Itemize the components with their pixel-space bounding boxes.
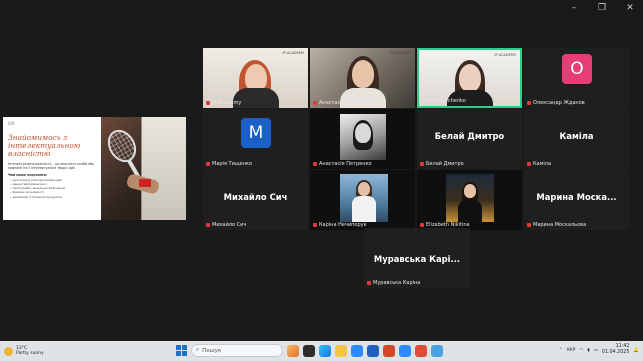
participant-photo [340,114,386,160]
sun-icon [4,346,13,356]
muted-mic-icon [206,101,210,105]
participant-display-name: Михайло Сич [223,192,288,202]
participant-tile[interactable]: Михайло Сич Михайло Сич [203,170,308,230]
muted-mic-icon [206,223,210,227]
participant-tile[interactable]: Каміла Каміла [524,109,629,169]
store-icon[interactable] [351,344,363,357]
participant-name-label: Белай Дмитро [420,161,464,167]
taskbar-apps: ⌕ Пошук [176,344,443,357]
video-watermark: IP ACADEMY [494,53,517,57]
participant-avatar: M [241,118,271,148]
participant-name-label: Марина Москальова [527,222,586,228]
participant-name-label: IP Academy [206,100,241,106]
muted-mic-icon [527,101,531,105]
participant-name-label: Каріна Нечипорук [313,222,367,228]
participant-tile[interactable]: Белай Дмитро Белай Дмитро [417,109,522,169]
slide-title: Знайомимось з інтелектуальною власністю [8,133,81,158]
zoom-meeting-window: – ❐ ✕ 0/8 Знайомимось з інтелектуальною … [0,0,643,361]
muted-mic-icon [527,162,531,166]
participant-tile[interactable]: Муравська Карі... Муравська Каріна [364,228,470,288]
participant-tile[interactable]: Elizabeth Nikitina [417,170,522,230]
participant-display-name: Каміла [559,131,594,141]
search-icon: ⌕ [196,347,200,353]
search-placeholder: Пошук [202,347,222,354]
maximize-button[interactable]: ❐ [595,3,609,13]
muted-mic-icon [420,162,424,166]
word-icon[interactable] [367,344,379,357]
participant-photo [446,174,494,222]
video-watermark: IP ACADEMY [389,51,412,55]
taskbar-search-box[interactable]: ⌕ Пошук [191,344,283,357]
language-indicator[interactable]: УКР [567,348,576,353]
slide-text-area: 0/8 Знайомимось з інтелектуальною власні… [3,117,99,220]
participant-photo [340,174,388,222]
slide-paragraph: Інтелектуальна власність – це власність … [8,162,94,170]
weather-condition: Partly sunny [16,351,44,356]
close-button[interactable]: ✕ [623,3,637,13]
participant-name-label: Каміла [527,161,551,167]
telegram-icon[interactable] [431,344,443,357]
muted-mic-icon [313,223,317,227]
wifi-icon[interactable]: ◠ [579,348,583,353]
participant-display-name: Марина Моска... [536,192,617,202]
participant-tile[interactable]: Марина Моска... Марина Москальова [524,170,629,230]
muted-mic-icon [420,223,424,227]
widget-icon[interactable] [287,344,299,357]
participant-name-label: Михайло Сич [206,222,246,228]
muted-mic-icon [527,223,531,227]
clock-date: 01.04.2025 [601,350,630,355]
chrome-icon[interactable] [415,344,427,357]
weather-widget[interactable]: 13°C Partly sunny [4,346,64,356]
participant-tile[interactable]: IP ACADEMY IP Academy [203,48,308,108]
slide-tennis-photo [101,117,186,220]
participant-tile[interactable]: Каріна Нечипорук [310,170,415,230]
volume-icon[interactable]: ◖ [587,348,589,353]
participant-tile[interactable]: M Марія Тищенко [203,109,308,169]
muted-mic-icon [313,101,317,105]
muted-mic-icon [367,281,371,285]
minimize-button[interactable]: – [567,3,581,13]
window-controls: – ❐ ✕ [567,3,637,13]
chevron-up-icon[interactable]: ⌃ [559,348,563,353]
edge-browser-icon[interactable] [319,344,331,357]
participant-tile-active-speaker[interactable]: IP ACADEMY Yuliia Kravchenko [417,48,522,108]
participant-tile[interactable]: Анастасія Петренко [310,109,415,169]
slide-bullet: • дизайнові (сторінкові продукти) [10,194,63,199]
video-watermark: IP ACADEMY [282,51,305,55]
windows-start-icon[interactable] [176,345,187,356]
participant-name-label: Марія Тищенко [206,161,252,167]
muted-mic-icon [313,162,317,166]
participant-tile[interactable]: O Олександр Жданов [524,48,629,108]
shared-screen-slide[interactable]: 0/8 Знайомимось з інтелектуальною власні… [3,117,186,220]
participant-name-label: Олександр Жданов [527,100,585,106]
system-tray: ⌃ УКР ◠ ◖ ▭ 11:42 01.04.2025 🔔 [559,344,639,356]
muted-mic-icon [206,162,210,166]
zoom-icon[interactable] [399,344,411,357]
participant-video [310,48,415,108]
windows-taskbar: 13°C Partly sunny ⌕ Пошук ⌃ УКР ◠ ◖ ▭ 11… [0,341,643,361]
participant-name-label: Yuliia Kravchenko [422,98,466,104]
participant-name-label: Муравська Каріна [367,280,420,286]
participant-tile[interactable]: IP ACADEMY Анастасія Бирківська [310,48,415,108]
task-view-icon[interactable] [303,344,315,357]
participant-display-name: Белай Дмитро [434,131,505,141]
participant-video [203,48,308,108]
participant-name-label: Анастасія Петренко [313,161,372,167]
slide-number: 0/8 [8,121,15,126]
battery-icon[interactable]: ▭ [594,348,598,353]
notification-icon[interactable]: 🔔 [633,348,639,353]
participant-name-label: Анастасія Бирківська [313,100,375,106]
file-explorer-icon[interactable] [335,344,347,357]
participant-display-name: Муравська Карі... [373,254,461,264]
powerpoint-icon[interactable] [383,344,395,357]
participant-avatar: O [562,54,592,84]
taskbar-clock[interactable]: 11:42 01.04.2025 [602,344,629,356]
